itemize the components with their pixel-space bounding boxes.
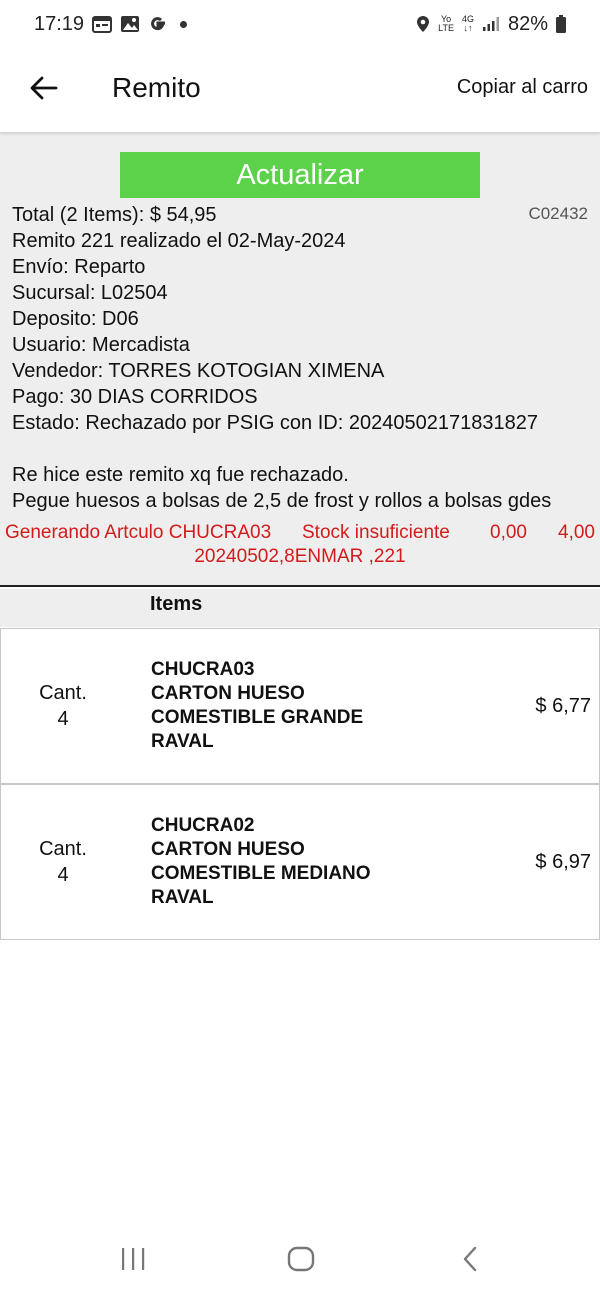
item-description: CHUCRA03 CARTON HUESO COMESTIBLE GRANDE …: [151, 629, 363, 783]
note-line: Pegue huesos a bolsas de 2,5 de frost y …: [12, 490, 552, 512]
total-line: Total (2 Items): $ 54,95: [12, 204, 217, 226]
envio-line: Envío: Reparto: [12, 256, 146, 278]
item-price: $ 6,77: [535, 694, 591, 717]
back-button[interactable]: [26, 72, 62, 108]
home-button[interactable]: [281, 1244, 321, 1278]
quantity-value: 4: [57, 864, 69, 886]
home-icon: [287, 1246, 315, 1277]
quantity-value: 4: [57, 708, 69, 730]
quantity: Cant. 4: [25, 629, 101, 783]
quantity-label: Cant.: [39, 682, 87, 704]
app-bar: Remito Copiar al carro: [0, 48, 600, 132]
items-title: Items: [150, 593, 203, 615]
recent-apps-button[interactable]: [113, 1244, 153, 1278]
status-bar: 17:19 Yo LTE 4G ↓↑ 82%: [0, 0, 600, 48]
signal-icon: [482, 16, 500, 32]
error-value-1: 0,00: [490, 522, 527, 543]
item-price: $ 6,97: [535, 850, 591, 873]
copy-to-cart-button[interactable]: Copiar al carro: [457, 76, 588, 99]
location-icon: [416, 15, 430, 33]
volte-label: Yo LTE: [438, 14, 454, 33]
page-title: Remito: [112, 72, 201, 103]
battery-percent: 82%: [507, 12, 548, 35]
remito-notes: Re hice este remito xq fue rechazado. Pe…: [12, 462, 551, 514]
battery-icon: [556, 15, 566, 33]
quantity: Cant. 4: [25, 785, 101, 939]
deposito-line: Deposito: D06: [12, 308, 139, 330]
update-button[interactable]: Actualizar: [120, 152, 480, 198]
error-text: Stock insuficiente: [302, 522, 450, 543]
item-code: CHUCRA03: [151, 659, 255, 680]
remito-date-line: Remito 221 realizado el 02-May-2024: [12, 230, 346, 252]
sucursal-line: Sucursal: L02504: [12, 282, 168, 304]
network-gen-label: 4G ↓↑: [461, 14, 474, 33]
item-description: CHUCRA02 CARTON HUESO COMESTIBLE MEDIANO…: [151, 785, 371, 939]
back-nav-button[interactable]: [450, 1244, 490, 1278]
google-icon: [148, 14, 168, 34]
estado-line: Estado: Rechazado por PSIG con ID: 20240…: [12, 412, 538, 434]
item-desc-line: RAVAL: [151, 887, 214, 908]
error-value-2: 4,00: [558, 522, 595, 543]
chevron-left-icon: [461, 1246, 479, 1277]
item-desc-line: CARTON HUESO: [151, 839, 305, 860]
error-detail: 20240502,8ENMAR ,221: [194, 546, 406, 567]
item-desc-line: COMESTIBLE GRANDE: [151, 707, 364, 728]
items-header: Items: [0, 589, 600, 627]
calendar-icon: [92, 15, 113, 33]
quantity-label: Cant.: [39, 838, 87, 860]
list-item[interactable]: Cant. 4 CHUCRA03 CARTON HUESO COMESTIBLE…: [0, 628, 600, 784]
status-right: Yo LTE 4G ↓↑ 82%: [416, 13, 566, 36]
item-desc-line: CARTON HUESO: [151, 683, 305, 704]
list-item[interactable]: Cant. 4 CHUCRA02 CARTON HUESO COMESTIBLE…: [0, 784, 600, 940]
gallery-icon: [120, 15, 140, 33]
dot-icon: [180, 20, 188, 28]
status-time: 17:19: [34, 12, 85, 35]
recent-apps-icon: [120, 1247, 146, 1276]
vendedor-line: Vendedor: TORRES KOTOGIAN XIMENA: [12, 360, 385, 382]
remito-info-panel: Actualizar C02432 Total (2 Items): $ 54,…: [0, 132, 600, 587]
arrow-left-icon: [30, 76, 58, 105]
usuario-line: Usuario: Mercadista: [12, 334, 190, 356]
status-left: 17:19: [34, 12, 188, 36]
system-nav-bar: [0, 1230, 600, 1290]
item-desc-line: COMESTIBLE MEDIANO: [151, 863, 371, 884]
remito-details: Total (2 Items): $ 54,95 Remito 221 real…: [12, 202, 538, 436]
note-line: Re hice este remito xq fue rechazado.: [12, 464, 349, 486]
error-article: Generando Artculo CHUCRA03: [5, 522, 272, 543]
item-code: CHUCRA02: [151, 815, 255, 836]
item-desc-line: RAVAL: [151, 731, 214, 752]
pago-line: Pago: 30 DIAS CORRIDOS: [12, 386, 258, 408]
